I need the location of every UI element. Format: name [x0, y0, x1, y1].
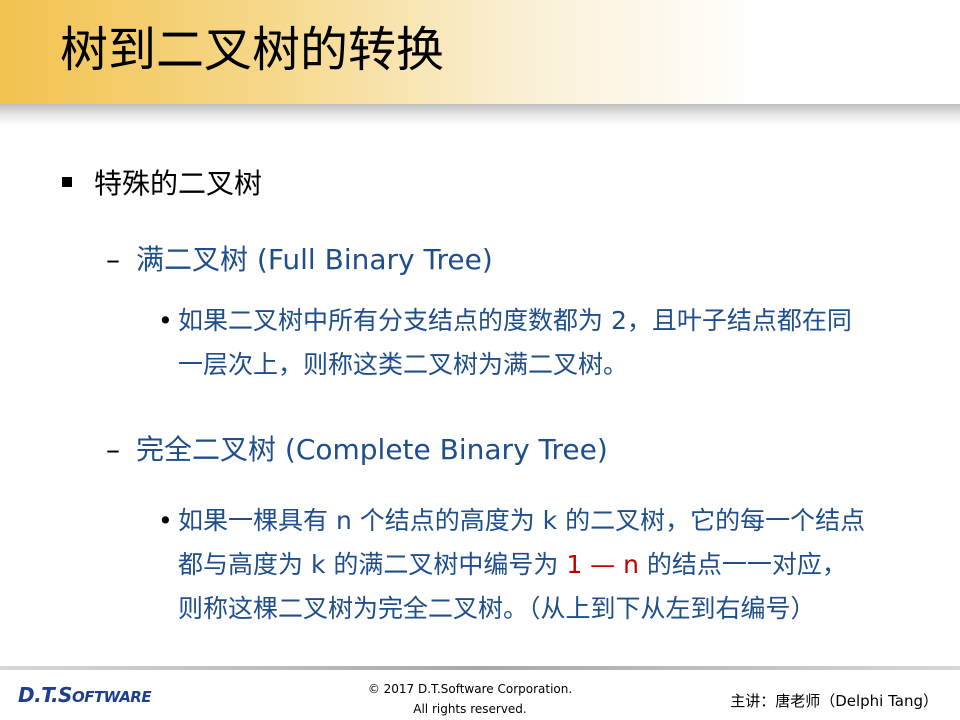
copyright-line: © 2017 D.T.Software Corporation.: [367, 682, 573, 696]
complete-binary-tree-desc: • 如果一棵具有 n 个结点的高度为 k 的二叉树，它的每一个结点 都与高度为 …: [158, 499, 865, 631]
logo-s: S: [58, 683, 72, 707]
square-bullet-icon: [62, 177, 72, 187]
page-title: 树到二叉树的转换: [60, 22, 445, 78]
title-shadow: [0, 104, 960, 126]
heading-text: 满二叉树 (Full Binary Tree): [136, 243, 493, 276]
desc-text: 都与高度为 k 的满二叉树中编号为: [178, 550, 567, 579]
full-binary-tree-heading: – 满二叉树 (Full Binary Tree): [106, 242, 493, 278]
desc-line: 一层次上，则称这类二叉树为满二叉树。: [178, 350, 629, 379]
dash-bullet-icon: –: [106, 433, 120, 466]
dash-bullet-icon: –: [106, 243, 120, 276]
heading-text: 完全二叉树 (Complete Binary Tree): [136, 433, 608, 466]
bullet-text: 特殊的二叉树: [94, 167, 263, 200]
bullet-special-binary-tree: 特殊的二叉树: [62, 166, 262, 202]
logo-dt: D.T.: [18, 683, 59, 707]
presenter-credit: 主讲：唐老师（Delphi Tang）: [730, 692, 938, 710]
dt-software-logo: D.T.SOFTWARE: [18, 683, 152, 707]
dot-bullet-icon: •: [158, 506, 173, 535]
complete-binary-tree-heading: – 完全二叉树 (Complete Binary Tree): [106, 432, 608, 468]
dot-bullet-icon: •: [158, 306, 173, 335]
desc-line: 则称这棵二叉树为完全二叉树。（从上到下从左到右编号）: [178, 594, 816, 623]
desc-text: 的结点一一对应，: [638, 550, 847, 579]
full-binary-tree-desc: • 如果二叉树中所有分支结点的度数都为 2，且叶子结点都在同 一层次上，则称这类…: [158, 299, 852, 387]
logo-rest: OFTWARE: [71, 688, 152, 706]
highlight-range: 1 — n: [566, 550, 639, 579]
copyright: © 2017 D.T.Software Corporation. All rig…: [340, 679, 600, 719]
desc-line: 如果二叉树中所有分支结点的度数都为 2，且叶子结点都在同: [178, 306, 852, 335]
desc-line: 如果一棵具有 n 个结点的高度为 k 的二叉树，它的每一个结点: [178, 506, 866, 535]
footer-divider: [0, 666, 960, 670]
desc-line: 都与高度为 k 的满二叉树中编号为 1 — n 的结点一一对应，: [158, 543, 865, 587]
copyright-line: All rights reserved.: [413, 702, 527, 716]
